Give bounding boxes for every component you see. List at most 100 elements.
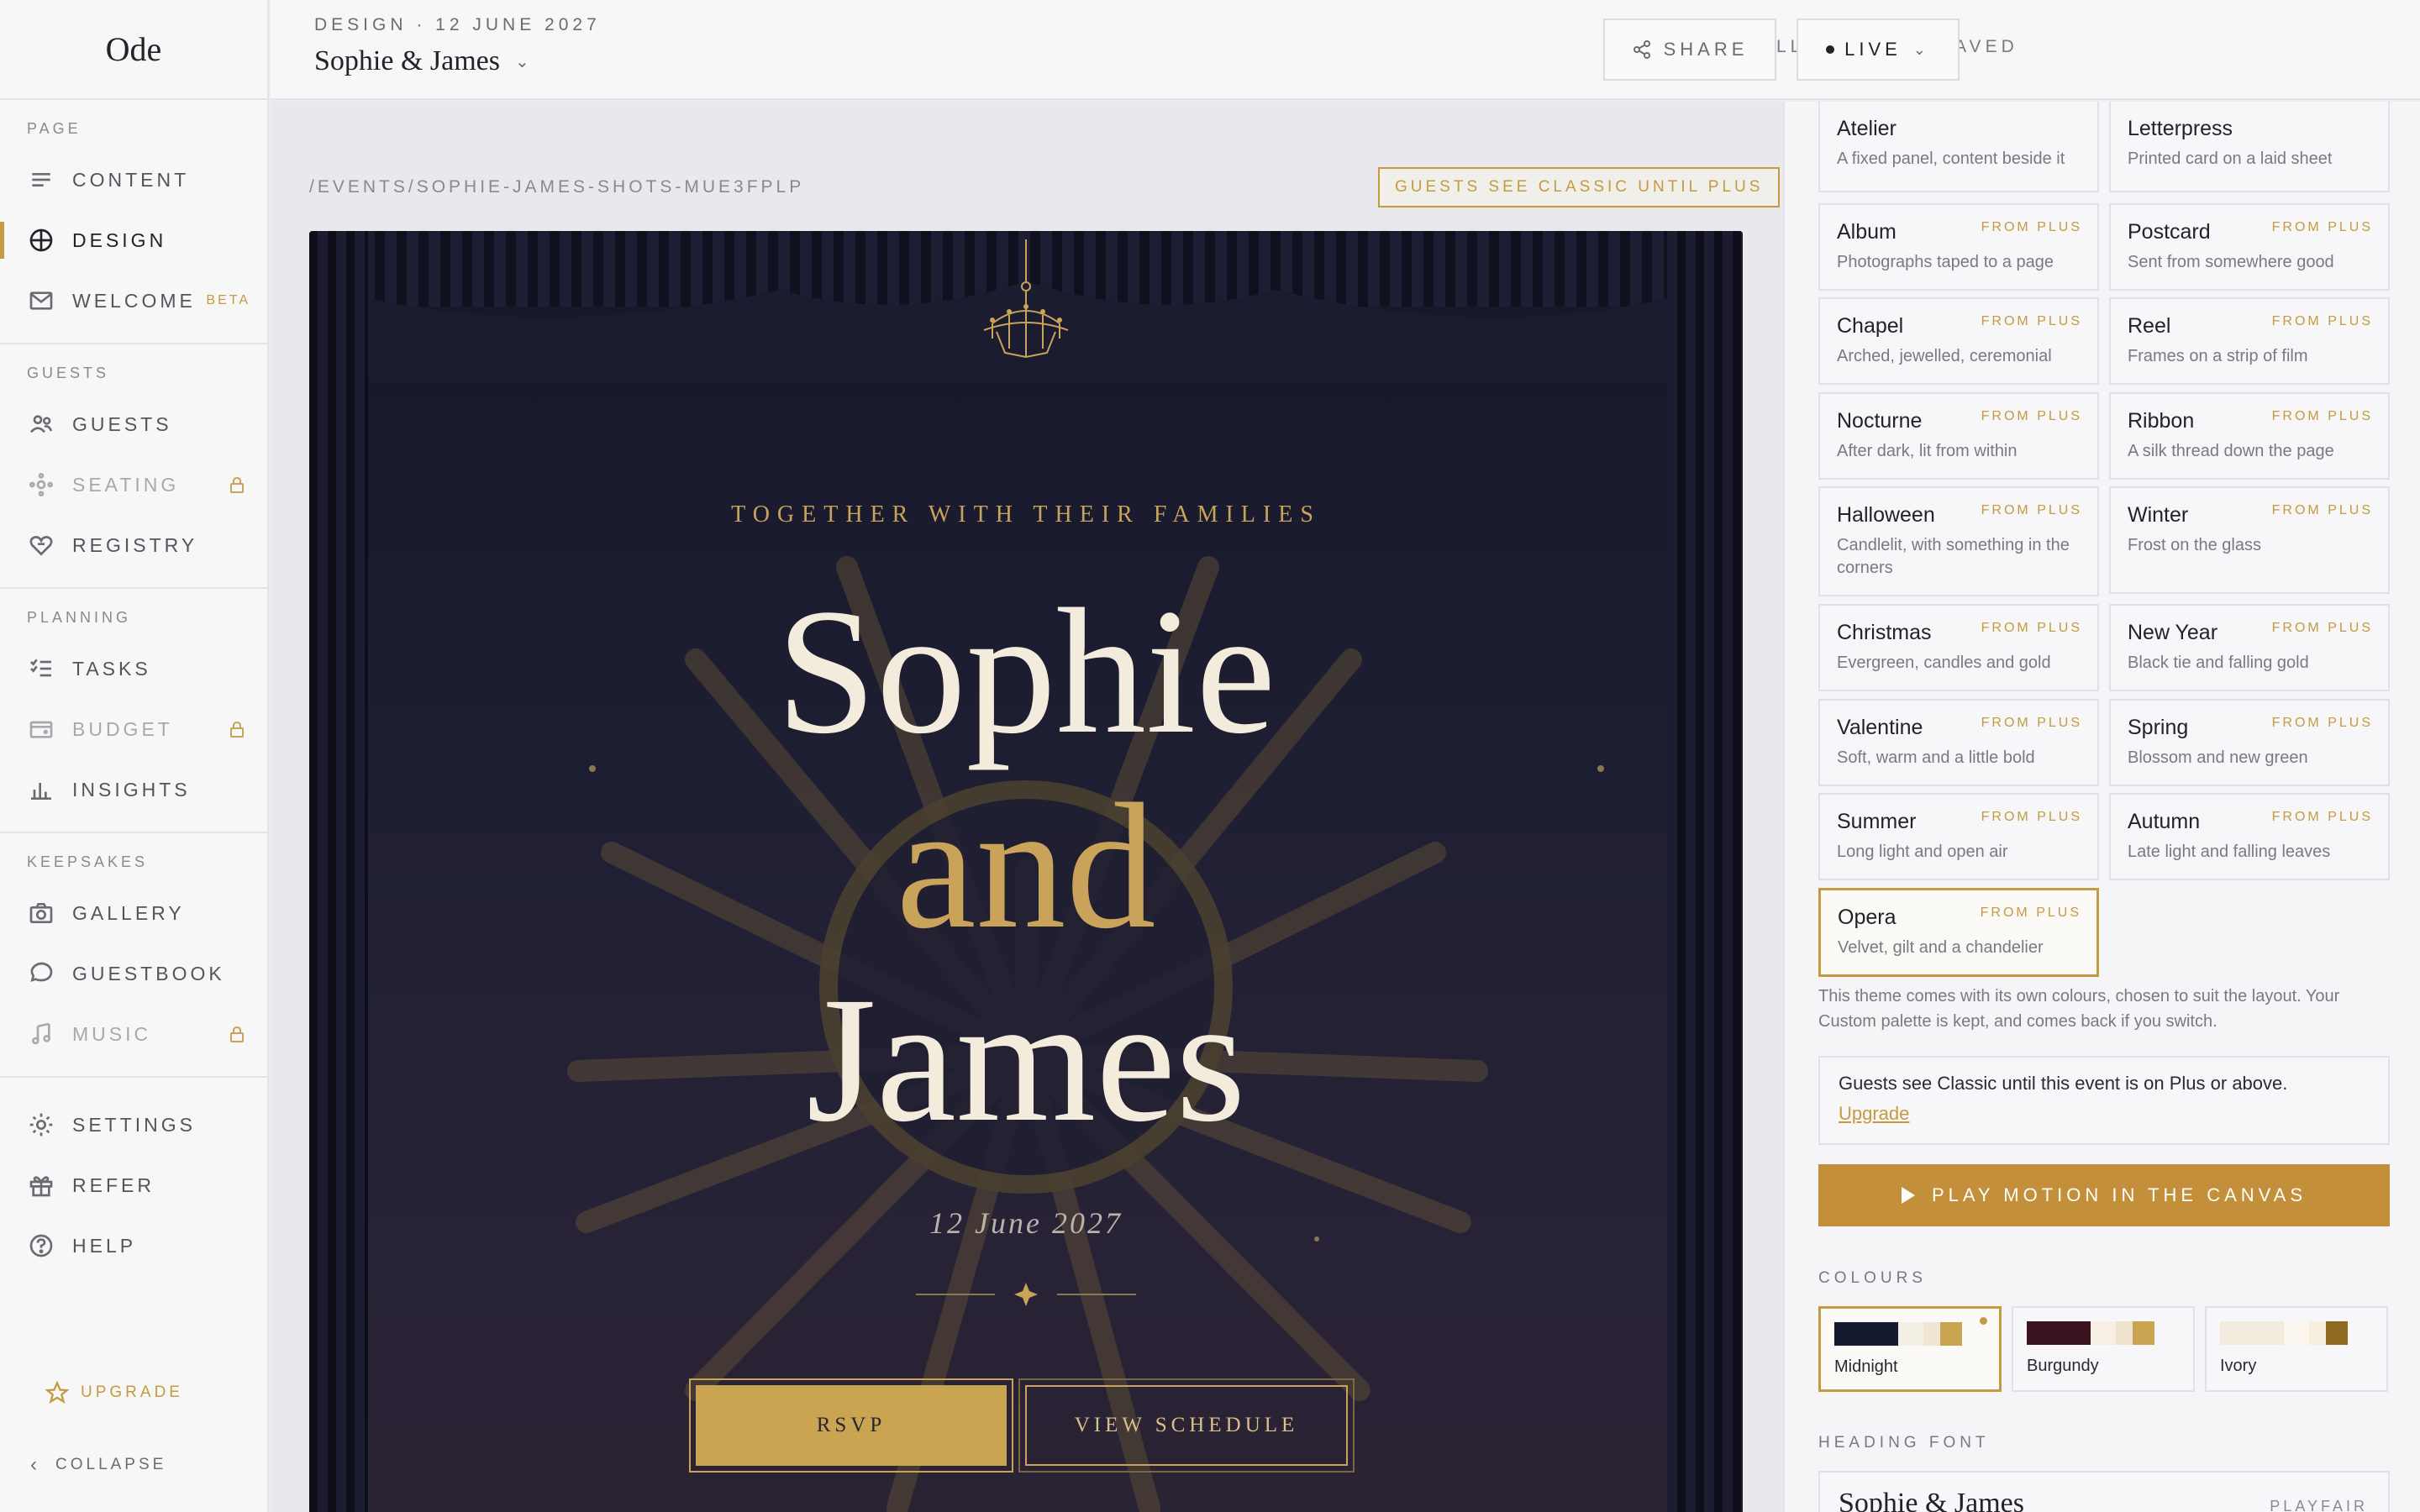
- sidebar: Ode PAGE CONTENT DESIGN WELCOME BETA GUESTS GU…: [0, 0, 269, 1512]
- invite-name-second: James: [806, 960, 1246, 1159]
- sidebar-item-budget[interactable]: BUDGET: [0, 699, 267, 759]
- invitation-preview[interactable]: TOGETHER WITH THEIR FAMILIES Sophie and …: [309, 231, 1743, 1512]
- event-url[interactable]: /EVENTS/SOPHIE-JAMES-SHOTS-MUE3FPLP: [309, 177, 804, 197]
- help-icon: [27, 1231, 55, 1260]
- sidebar-item-label: GALLERY: [72, 901, 185, 924]
- theme-colour-note: This theme comes with its own colours, c…: [1818, 987, 2340, 1031]
- from-plus-badge: FROM PLUS: [2271, 503, 2373, 517]
- sidebar-item-refer[interactable]: REFER: [0, 1155, 267, 1215]
- guests-see-classic-badge: GUESTS SEE CLASSIC UNTIL PLUS: [1378, 167, 1781, 207]
- palette-midnight[interactable]: Midnight: [1818, 1306, 2002, 1392]
- sidebar-upgrade-link[interactable]: UPGRADE: [45, 1381, 183, 1404]
- colours-label: COLOURS: [1818, 1269, 1927, 1287]
- sidebar-item-label: SEATING: [72, 473, 180, 496]
- theme-card-nocturne[interactable]: Nocturne After dark, lit from within FROM …: [1818, 392, 2099, 480]
- palette-swatch-strip: [1834, 1322, 1986, 1346]
- nav-section-planning: PLANNING TASKS BUDGET INSIGHTS: [0, 589, 267, 833]
- theme-card-halloween[interactable]: Halloween Candlelit, with something in th…: [1818, 486, 2099, 596]
- play-icon: [1901, 1187, 1915, 1204]
- sidebar-item-help[interactable]: HELP: [0, 1215, 267, 1276]
- mail-icon: [27, 286, 55, 315]
- from-plus-badge: FROM PLUS: [2271, 621, 2373, 635]
- nav-section-label: KEEPSAKES: [27, 853, 149, 870]
- from-plus-badge: FROM PLUS: [2271, 810, 2373, 824]
- speech-bubble-icon: [27, 959, 55, 988]
- from-plus-badge: FROM PLUS: [2271, 409, 2373, 423]
- event-title: Sophie & James: [314, 45, 500, 76]
- live-status-dropdown[interactable]: LIVE ⌄: [1797, 18, 1960, 81]
- sidebar-item-welcome[interactable]: WELCOME BETA: [0, 270, 267, 331]
- sidebar-item-guestbook[interactable]: GUESTBOOK: [0, 943, 267, 1004]
- theme-description: Candlelit, with something in the corners: [1837, 536, 2070, 577]
- from-plus-badge: FROM PLUS: [1981, 716, 2082, 730]
- sidebar-item-tasks[interactable]: TASKS: [0, 638, 267, 699]
- view-schedule-button[interactable]: VIEW SCHEDULE: [1018, 1378, 1355, 1473]
- theme-card-postcard[interactable]: Postcard Sent from somewhere good FROM PLU…: [2109, 203, 2390, 291]
- nav-section-page: PAGE CONTENT DESIGN WELCOME BETA: [0, 100, 267, 344]
- palette-swatch-strip: [2220, 1321, 2373, 1345]
- theme-description: Frost on the glass: [2128, 536, 2261, 554]
- theme-card-atelier[interactable]: Atelier A fixed panel, content beside it: [1818, 102, 2099, 192]
- from-plus-badge: FROM PLUS: [1981, 621, 2082, 635]
- theme-card-summer[interactable]: Summer Long light and open air FROM PLUS: [1818, 793, 2099, 880]
- sidebar-item-music[interactable]: MUSIC: [0, 1004, 267, 1064]
- nav-section-settings: SETTINGS REFER HELP: [0, 1078, 267, 1276]
- sidebar-item-label: INSIGHTS: [72, 778, 191, 801]
- theme-description: Late light and falling leaves: [2128, 843, 2331, 861]
- theme-card-valentine[interactable]: Valentine Soft, warm and a little bold FRO…: [1818, 699, 2099, 786]
- theme-description: After dark, lit from within: [1837, 442, 2018, 460]
- sidebar-item-settings[interactable]: SETTINGS: [0, 1095, 267, 1155]
- theme-card-opera[interactable]: Opera Velvet, gilt and a chandelier FROM P…: [1818, 888, 2099, 977]
- sidebar-item-label: BUDGET: [72, 717, 173, 740]
- lock-icon: [229, 1025, 245, 1043]
- invite-intro: TOGETHER WITH THEIR FAMILIES: [731, 501, 1321, 528]
- checklist-icon: [27, 654, 55, 683]
- from-plus-badge: FROM PLUS: [2271, 220, 2373, 234]
- heading-font-select[interactable]: Sophie & James PLAYFAIR: [1818, 1471, 2390, 1512]
- palette-name: Midnight: [1834, 1357, 1898, 1376]
- event-switcher[interactable]: Sophie & James ⌄: [314, 45, 529, 77]
- rsvp-button[interactable]: RSVP: [689, 1378, 1013, 1473]
- app-logo[interactable]: Ode: [0, 0, 267, 100]
- sidebar-item-insights[interactable]: INSIGHTS: [0, 759, 267, 820]
- sidebar-item-registry[interactable]: REGISTRY: [0, 515, 267, 575]
- theme-description: Long light and open air: [1837, 843, 2008, 861]
- theme-description: Arched, jewelled, ceremonial: [1837, 347, 2052, 365]
- sidebar-item-design[interactable]: DESIGN: [0, 210, 267, 270]
- sidebar-item-guests[interactable]: GUESTS: [0, 394, 267, 454]
- live-label: LIVE: [1844, 39, 1902, 60]
- lines-icon: [27, 165, 55, 194]
- plan-notice: Guests see Classic until this event is o…: [1818, 1056, 2390, 1145]
- sidebar-item-seating[interactable]: SEATING: [0, 454, 267, 515]
- theme-card-autumn[interactable]: Autumn Late light and falling leaves FROM …: [2109, 793, 2390, 880]
- share-button[interactable]: SHARE: [1603, 18, 1776, 81]
- sidebar-collapse-button[interactable]: ‹ COLLAPSE: [30, 1453, 166, 1477]
- nav-section-keepsakes: KEEPSAKES GALLERY GUESTBOOK MUSIC: [0, 833, 267, 1078]
- top-header: DESIGN · 12 JUNE 2027 Sophie & James ⌄ A…: [271, 0, 2420, 100]
- sidebar-item-label: GUESTS: [72, 412, 172, 435]
- from-plus-badge: FROM PLUS: [2271, 314, 2373, 328]
- theme-card-album[interactable]: Album Photographs taped to a page FROM PLU…: [1818, 203, 2099, 291]
- theme-card-spring[interactable]: Spring Blossom and new green FROM PLUS: [2109, 699, 2390, 786]
- play-motion-label: PLAY MOTION IN THE CANVAS: [1931, 1184, 2307, 1205]
- theme-card-reel[interactable]: Reel Frames on a strip of film FROM PLUS: [2109, 297, 2390, 385]
- sidebar-item-label: CONTENT: [72, 168, 190, 191]
- theme-description: Black tie and falling gold: [2128, 654, 2309, 672]
- invite-name-first: Sophie: [776, 572, 1276, 771]
- sidebar-item-label: MUSIC: [72, 1022, 152, 1045]
- theme-card-winter[interactable]: Winter Frost on the glass FROM PLUS: [2109, 486, 2390, 594]
- sidebar-item-gallery[interactable]: GALLERY: [0, 883, 267, 943]
- sidebar-item-content[interactable]: CONTENT: [0, 150, 267, 210]
- theme-card-ribbon[interactable]: Ribbon A silk thread down the page FROM PL…: [2109, 392, 2390, 480]
- from-plus-badge: FROM PLUS: [1981, 409, 2082, 423]
- nav-section-label: PAGE: [27, 120, 82, 137]
- theme-card-chapel[interactable]: Chapel Arched, jewelled, ceremonial FROM P…: [1818, 297, 2099, 385]
- palette-ivory[interactable]: Ivory: [2205, 1306, 2388, 1392]
- upgrade-link[interactable]: Upgrade: [1839, 1103, 1909, 1125]
- theme-card-christmas[interactable]: Christmas Evergreen, candles and gold FROM…: [1818, 604, 2099, 691]
- theme-card-letterpress[interactable]: Letterpress Printed card on a laid sheet: [2109, 102, 2390, 192]
- play-motion-button[interactable]: PLAY MOTION IN THE CANVAS: [1818, 1164, 2390, 1226]
- palette-burgundy[interactable]: Burgundy: [2012, 1306, 2195, 1392]
- theme-card-new-year[interactable]: New Year Black tie and falling gold FROM P…: [2109, 604, 2390, 691]
- theme-description: Sent from somewhere good: [2128, 253, 2334, 271]
